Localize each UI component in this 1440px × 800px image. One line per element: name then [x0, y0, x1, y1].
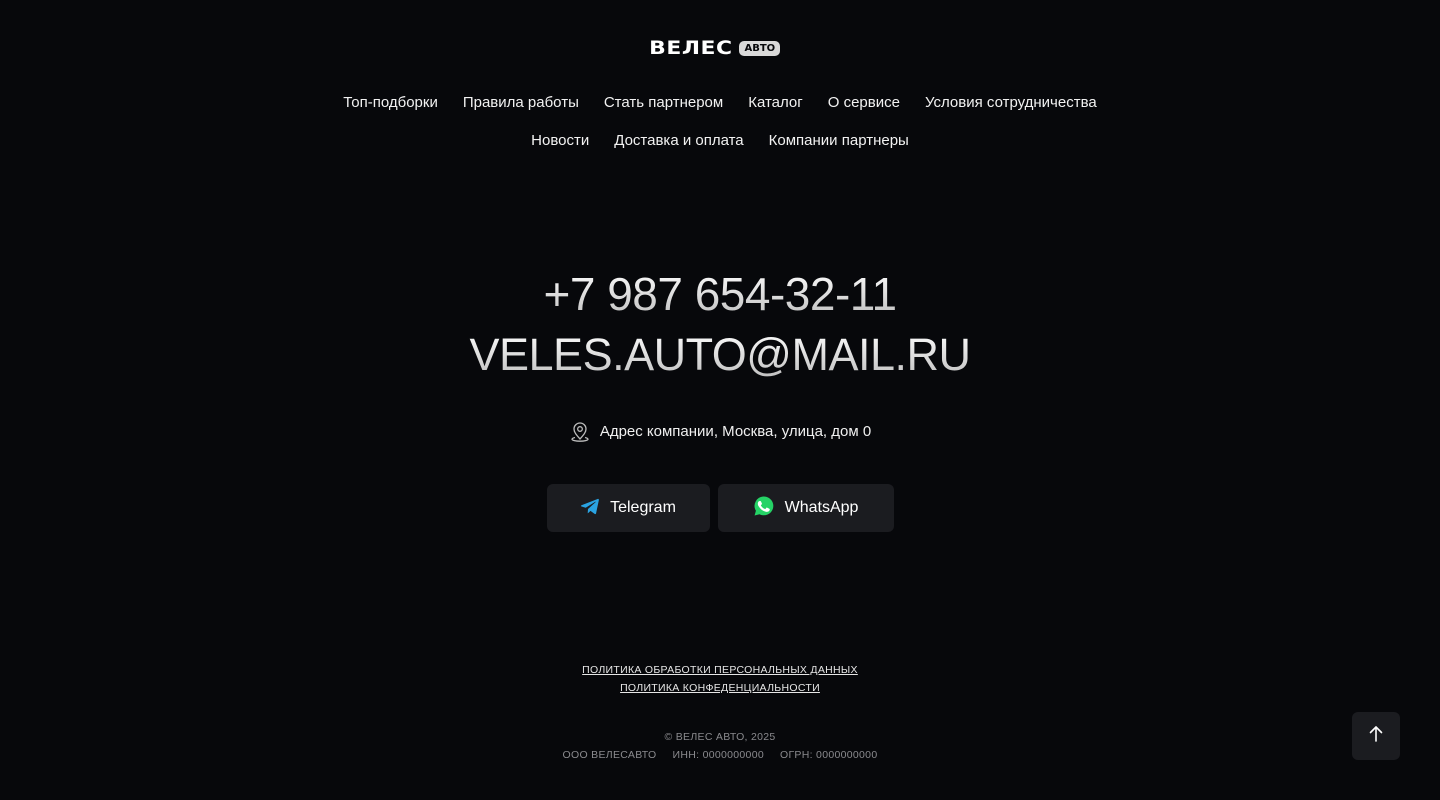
nav-link-become-partner[interactable]: Стать партнером	[604, 94, 723, 112]
whatsapp-label: WhatsApp	[784, 499, 859, 516]
social-buttons: Telegram WhatsApp	[0, 484, 1440, 532]
ogrn-number: ОГРН: 0000000000	[779, 749, 878, 761]
copyright-text: © ВЕЛЕС АВТО, 2025	[664, 731, 776, 743]
nav-link-about[interactable]: О сервисе	[828, 94, 900, 112]
inn-number: ИНН: 0000000000	[672, 749, 764, 761]
whatsapp-button[interactable]: WhatsApp	[717, 484, 894, 532]
brand-logo[interactable]: ВЕЛЕС АВТО	[0, 38, 1440, 58]
nav-link-cooperation-terms[interactable]: Условия сотрудничества	[925, 94, 1097, 112]
map-pin-icon	[569, 420, 591, 442]
nav-link-partner-companies[interactable]: Компании партнеры	[769, 132, 909, 150]
nav-link-rules[interactable]: Правила работы	[463, 94, 579, 112]
policy-links: ПОЛИТИКА ОБРАБОТКИ ПЕРСОНАЛЬНЫХ ДАННЫХ П…	[0, 661, 1440, 697]
telegram-button[interactable]: Telegram	[546, 484, 710, 532]
nav-link-news[interactable]: Новости	[531, 132, 589, 150]
arrow-up-icon	[1367, 725, 1385, 748]
logo-word: ВЕЛЕС	[648, 37, 733, 59]
legal-info: ООО ВЕЛЕСАВТО ИНН: 0000000000 ОГРН: 0000…	[0, 748, 1440, 762]
address-text: Адрес компании, Москва, улица, дом 0	[599, 422, 872, 440]
nav-link-top-picks[interactable]: Топ-подборки	[343, 94, 438, 112]
company-address: Адрес компании, Москва, улица, дом 0	[0, 420, 1440, 442]
nav-link-delivery-payment[interactable]: Доставка и оплата	[614, 132, 743, 150]
scroll-to-top-button[interactable]	[1352, 712, 1400, 760]
footer-page: ВЕЛЕС АВТО Топ-подборки Правила работы С…	[0, 0, 1440, 800]
whatsapp-icon	[753, 495, 775, 522]
phone-link[interactable]: +7 987 654-32-11	[0, 268, 1440, 320]
footer-nav-row-1: Топ-подборки Правила работы Стать партне…	[0, 94, 1440, 112]
personal-data-policy-link[interactable]: ПОЛИТИКА ОБРАБОТКИ ПЕРСОНАЛЬНЫХ ДАННЫХ	[0, 661, 1440, 679]
email-link[interactable]: VELES.AUTO@MAIL.RU	[0, 329, 1440, 381]
footer-nav-row-2: Новости Доставка и оплата Компании партн…	[0, 132, 1440, 150]
company-name: ООО ВЕЛЕСАВТО	[562, 749, 657, 761]
privacy-policy-link[interactable]: ПОЛИТИКА КОНФЕДЕНЦИАЛЬНОСТИ	[0, 679, 1440, 697]
telegram-icon	[580, 496, 600, 521]
nav-link-catalog[interactable]: Каталог	[748, 94, 803, 112]
telegram-label: Telegram	[610, 499, 676, 516]
logo-badge: АВТО	[739, 40, 781, 56]
